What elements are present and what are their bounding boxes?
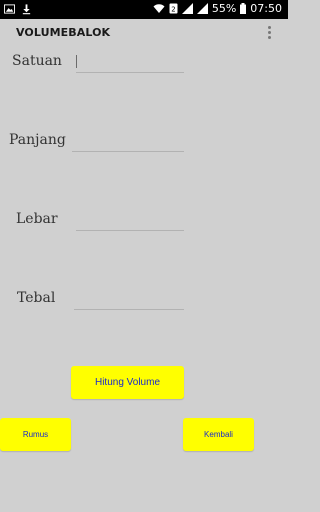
- overflow-menu-icon[interactable]: [266, 26, 272, 42]
- signal-icon: [196, 3, 208, 14]
- panjang-label: Panjang: [9, 132, 66, 148]
- battery-icon: [240, 3, 247, 14]
- tebal-input[interactable]: [74, 288, 184, 308]
- satuan-label: Satuan: [12, 53, 62, 69]
- battery-percent: 55%: [211, 2, 237, 15]
- tebal-label: Tebal: [17, 290, 56, 306]
- data-icon: 2: [169, 3, 178, 14]
- panjang-underline: [72, 151, 184, 152]
- clock: 07:50: [250, 2, 282, 15]
- download-icon: [22, 4, 31, 15]
- kembali-button[interactable]: Kembali: [183, 418, 254, 451]
- wifi-icon: [153, 4, 165, 13]
- rumus-button[interactable]: Rumus: [0, 418, 71, 451]
- app-title: VOLUMEBALOK: [16, 26, 111, 39]
- signal-icon: [181, 3, 193, 14]
- lebar-label: Lebar: [16, 211, 58, 227]
- panjang-input[interactable]: [72, 130, 184, 150]
- status-bar: 2 55% 07:50: [0, 0, 288, 19]
- satuan-input[interactable]: [76, 53, 184, 73]
- app-bar: VOLUMEBALOK: [0, 19, 288, 48]
- lebar-input[interactable]: [76, 209, 184, 229]
- image-icon: [4, 4, 15, 14]
- lebar-underline: [76, 230, 184, 231]
- status-left-icons: [4, 3, 32, 15]
- status-right: 2 55% 07:50: [153, 2, 282, 15]
- hitung-volume-button[interactable]: Hitung Volume: [71, 366, 184, 399]
- svg-text:2: 2: [171, 6, 175, 14]
- tebal-underline: [74, 309, 184, 310]
- text-cursor: [76, 55, 77, 68]
- satuan-underline: [76, 72, 184, 73]
